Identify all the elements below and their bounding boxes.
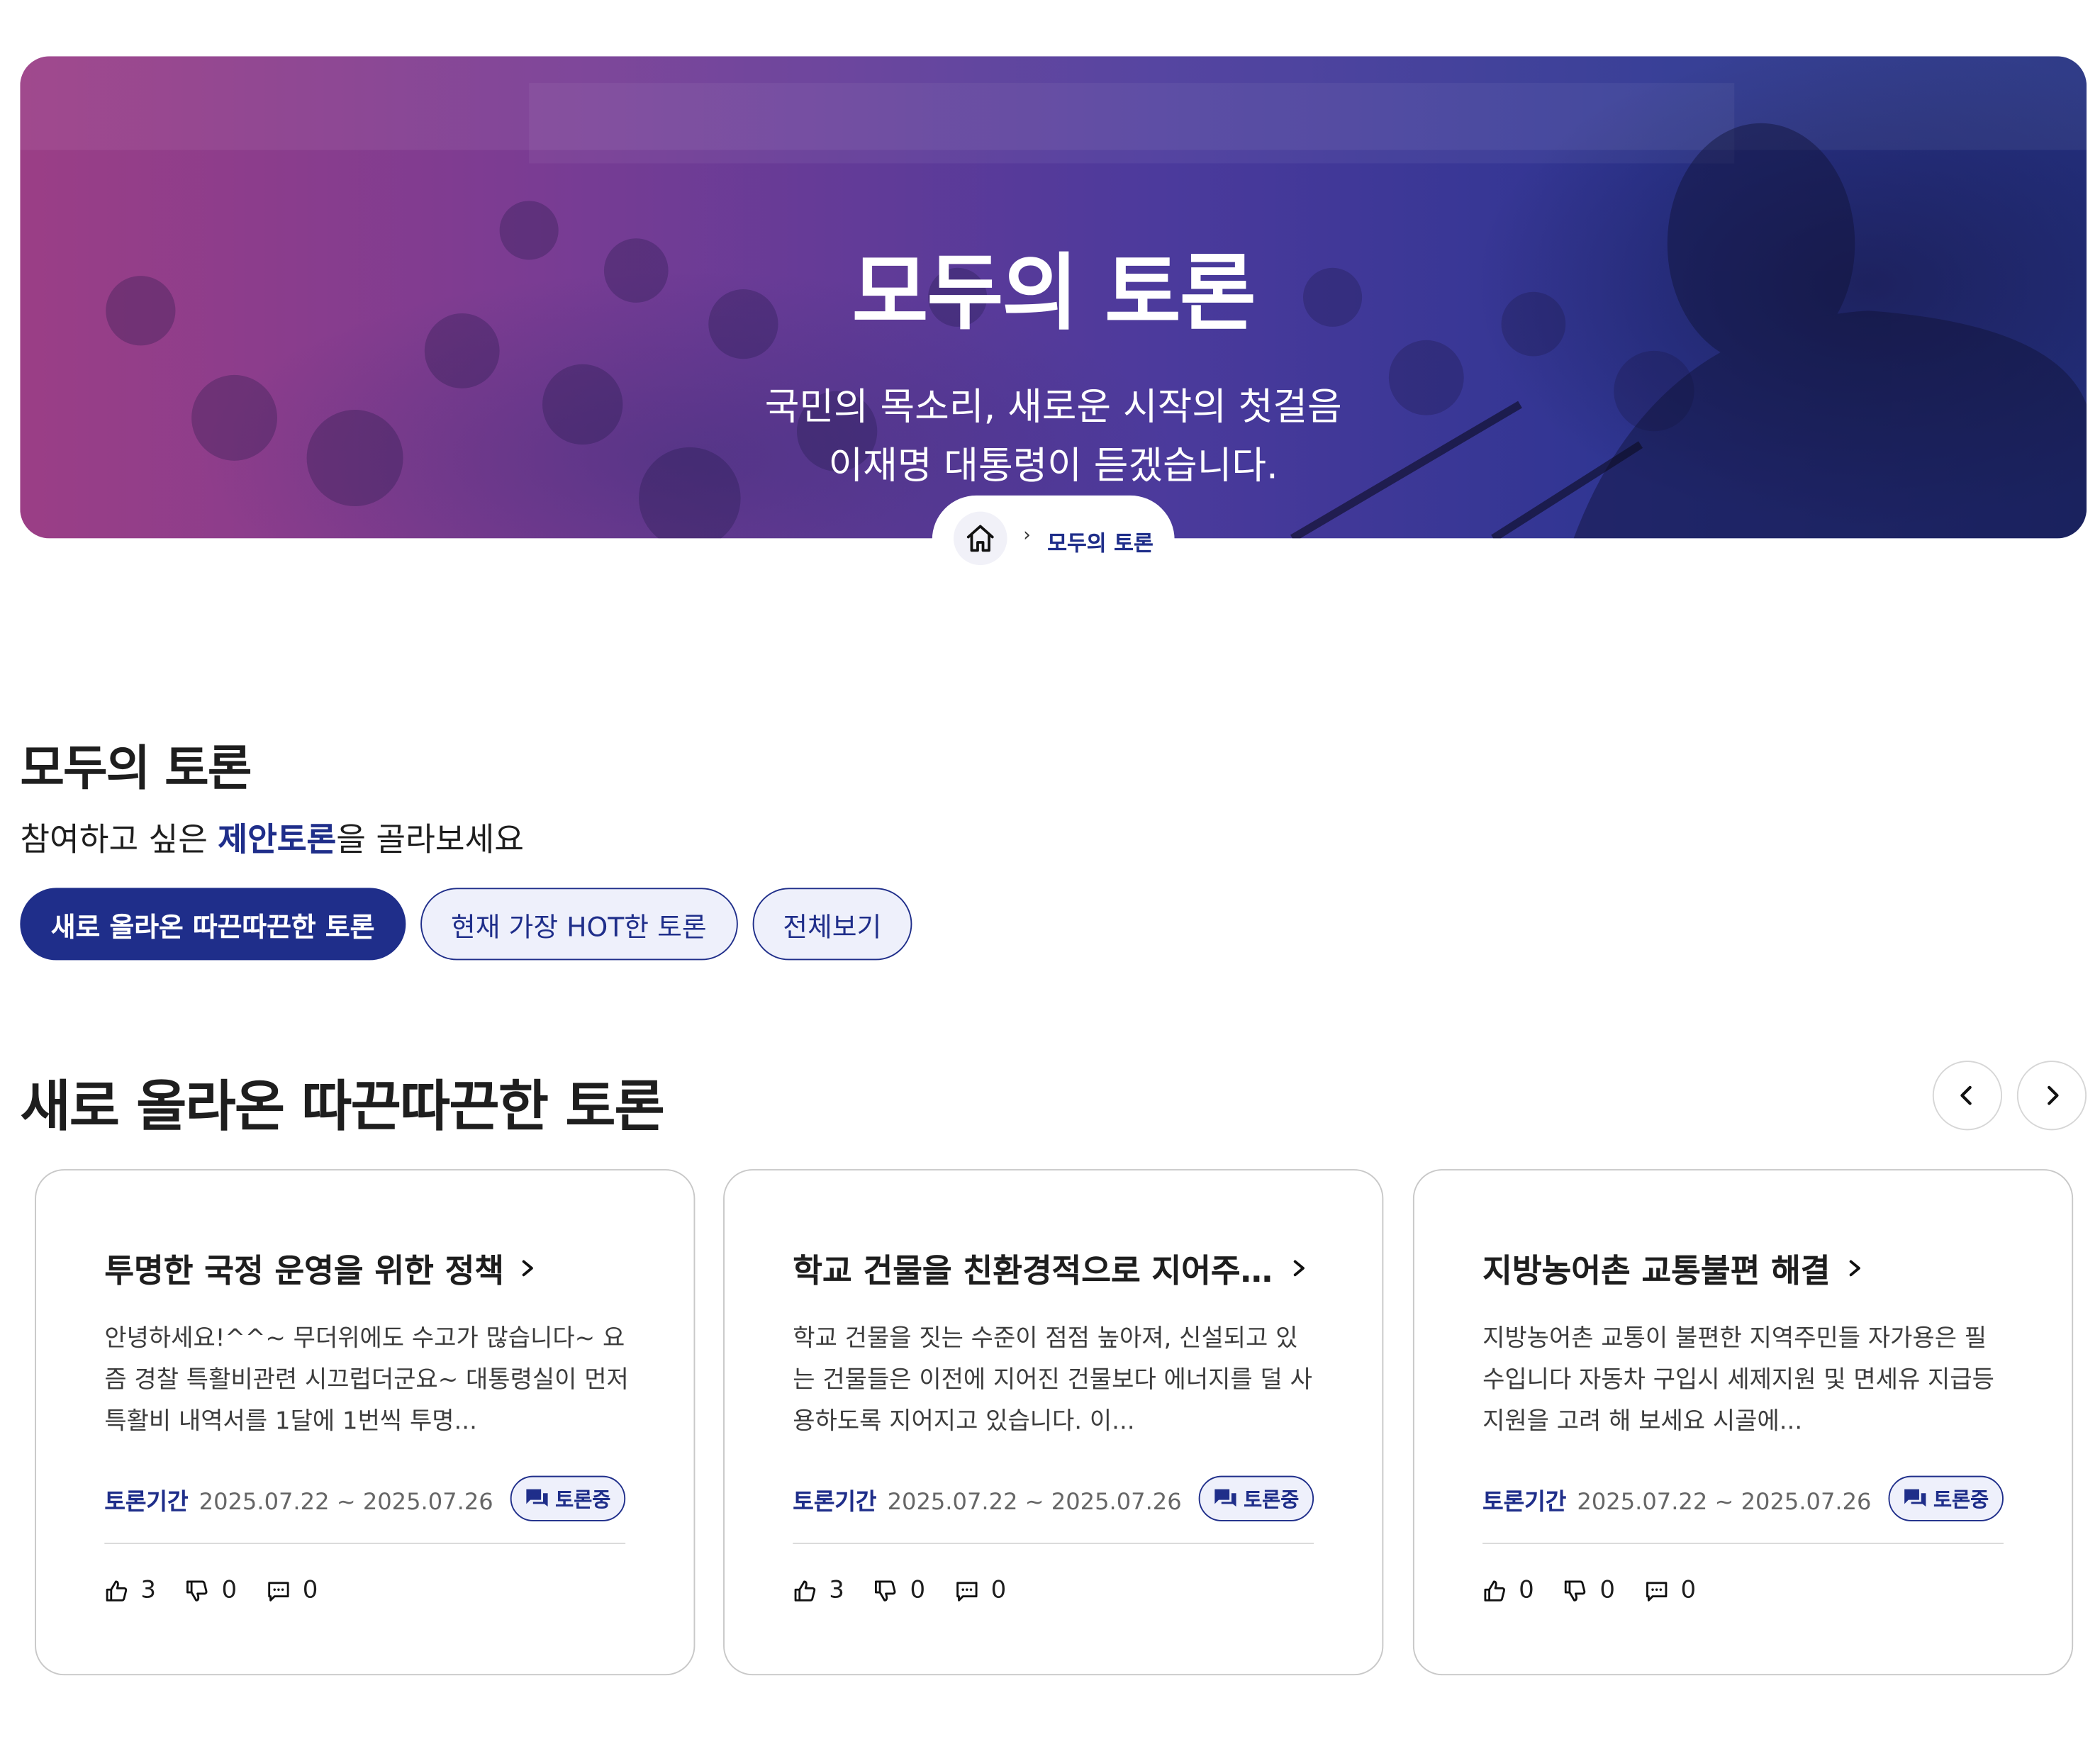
intro-highlight: 제안토론: [218, 820, 337, 859]
like-stat[interactable]: 3: [104, 1576, 156, 1604]
debate-card-title[interactable]: 투명한 국정 운영을 위한 정책: [104, 1244, 627, 1291]
debate-card[interactable]: 학교 건물을 친환경적으로 지어주... 학교 건물을 짓는 수준이 점점 높아…: [723, 1169, 1384, 1676]
intro-prefix: 참여하고 싶은: [20, 820, 218, 859]
debate-card-title[interactable]: 지방농어촌 교통불편 해결: [1482, 1244, 2005, 1291]
comment-stat[interactable]: 0: [955, 1576, 1007, 1605]
thumbs-down-icon: [186, 1580, 208, 1601]
comment-icon: [956, 1581, 978, 1601]
comment-count: 0: [1680, 1576, 1697, 1605]
thumbs-down-icon: [1565, 1580, 1587, 1601]
breadcrumb-separator: ›: [1023, 525, 1031, 547]
status-badge: 토론중: [509, 1475, 626, 1521]
page-root: 모두의 토론 국민의 목소리, 새로운 시작의 첫걸음 이재명 대통령이 듣겠습…: [0, 0, 2100, 1743]
chevron-right-icon: [2048, 1085, 2059, 1105]
comment-stat[interactable]: 0: [1645, 1576, 1697, 1605]
hero-subtitle-line2: 이재명 대통령이 듣겠습니다.: [828, 443, 1278, 488]
dislike-stat[interactable]: 0: [1563, 1576, 1615, 1604]
period-label: 토론기간: [104, 1489, 189, 1516]
chevron-left-icon: [1960, 1085, 1972, 1105]
period-value: 2025.07.22 ~ 2025.07.26: [199, 1489, 493, 1516]
hero-subtitle-line1: 국민의 목소리, 새로운 시작의 첫걸음: [764, 384, 1342, 429]
like-stat[interactable]: 3: [793, 1576, 844, 1604]
card-divider: [793, 1543, 1314, 1545]
debate-card-body: 학교 건물을 짓는 수준이 점점 높아져, 신설되고 있는 건물들은 이전에 지…: [793, 1324, 1312, 1436]
like-stat[interactable]: 0: [1482, 1576, 1534, 1604]
debate-card-title[interactable]: 학교 건물을 친환경적으로 지어주...: [793, 1244, 1315, 1291]
chat-bubbles-icon: [1214, 1489, 1236, 1507]
card-divider: [104, 1543, 626, 1545]
period-value: 2025.07.22 ~ 2025.07.26: [1577, 1489, 1872, 1516]
debate-card[interactable]: 투명한 국정 운영을 위한 정책 안녕하세요!^^~ 무더위에도 수고가 많습니…: [35, 1169, 696, 1676]
thumbs-up-icon: [106, 1580, 128, 1601]
debate-card-body: 안녕하세요!^^~ 무더위에도 수고가 많습니다~ 요즘 경찰 특활비관련 시끄…: [104, 1324, 629, 1436]
status-badge: 토론중: [1197, 1475, 1314, 1521]
card-divider: [1482, 1543, 2004, 1545]
like-count: 3: [140, 1576, 156, 1605]
debate-card[interactable]: 지방농어촌 교통불편 해결 지방농어촌 교통이 불편한 지역주민들 자가용은 필…: [1412, 1169, 2074, 1676]
like-count: 3: [829, 1576, 844, 1605]
tab-new-debates[interactable]: 새로 올라온 따끈따끈한 토론: [20, 888, 406, 961]
chevron-right-icon: [520, 1258, 537, 1277]
card-stats: 3 0 0: [793, 1576, 1036, 1604]
hero-title: 모두의 토론: [851, 243, 1256, 342]
card-stats: 3 0 0: [104, 1576, 347, 1604]
home-icon: [966, 525, 994, 552]
carousel-next-button[interactable]: [2016, 1061, 2087, 1131]
status-text: 토론중: [1244, 1487, 1300, 1511]
comment-count: 0: [302, 1576, 318, 1605]
debate-period: 토론기간 2025.07.22 ~ 2025.07.26: [793, 1482, 1181, 1516]
debate-period: 토론기간 2025.07.22 ~ 2025.07.26: [1482, 1482, 1871, 1516]
dislike-count: 0: [910, 1576, 926, 1605]
period-label: 토론기간: [1482, 1489, 1567, 1516]
comment-icon: [268, 1581, 289, 1601]
tab-hot-debates[interactable]: 현재 가장 HOT한 토론: [420, 888, 738, 961]
section-intro: 참여하고 싶은 제안토론을 골라보세요: [20, 813, 524, 860]
chat-bubbles-icon: [1904, 1489, 1926, 1507]
comment-count: 0: [990, 1576, 1007, 1605]
period-label: 토론기간: [793, 1489, 877, 1516]
hero-banner: 모두의 토론 국민의 목소리, 새로운 시작의 첫걸음 이재명 대통령이 듣겠습…: [20, 56, 2087, 539]
section-title: 모두의 토론: [20, 742, 252, 797]
breadcrumb-current[interactable]: 모두의 토론: [1047, 525, 1154, 557]
chat-bubbles-icon: [525, 1489, 547, 1507]
dislike-count: 0: [221, 1576, 238, 1605]
chevron-right-icon: [1291, 1258, 1307, 1277]
breadcrumb: › 모두의 토론: [932, 495, 1175, 584]
dislike-count: 0: [1599, 1576, 1615, 1605]
breadcrumb-home-link[interactable]: [953, 511, 1007, 566]
filter-tabs: 새로 올라온 따끈따끈한 토론 현재 가장 HOT한 토론 전체보기: [20, 888, 912, 961]
like-count: 0: [1519, 1576, 1534, 1605]
subsection-title: 새로 올라온 따끈따끈한 토론: [20, 1073, 664, 1139]
status-text: 토론중: [1933, 1487, 1989, 1511]
thumbs-up-icon: [1484, 1580, 1505, 1601]
carousel-prev-button[interactable]: [1932, 1061, 2003, 1131]
thumbs-up-icon: [794, 1580, 816, 1601]
status-text: 토론중: [555, 1487, 611, 1511]
dislike-stat[interactable]: 0: [873, 1576, 925, 1604]
tab-view-all[interactable]: 전체보기: [752, 888, 912, 961]
comment-icon: [1646, 1581, 1668, 1601]
chevron-right-icon: [1846, 1258, 1862, 1277]
debate-period: 토론기간 2025.07.22 ~ 2025.07.26: [104, 1482, 493, 1516]
dislike-stat[interactable]: 0: [186, 1576, 238, 1605]
debate-card-body: 지방농어촌 교통이 불편한 지역주민들 자가용은 필수입니다 자동차 구입시 세…: [1482, 1324, 1994, 1436]
status-badge: 토론중: [1887, 1475, 2004, 1521]
period-value: 2025.07.22 ~ 2025.07.26: [887, 1489, 1182, 1516]
card-stats: 0 0 0: [1482, 1576, 1726, 1604]
thumbs-down-icon: [875, 1580, 897, 1601]
comment-stat[interactable]: 0: [267, 1576, 318, 1604]
intro-suffix: 을 골라보세요: [336, 820, 524, 859]
